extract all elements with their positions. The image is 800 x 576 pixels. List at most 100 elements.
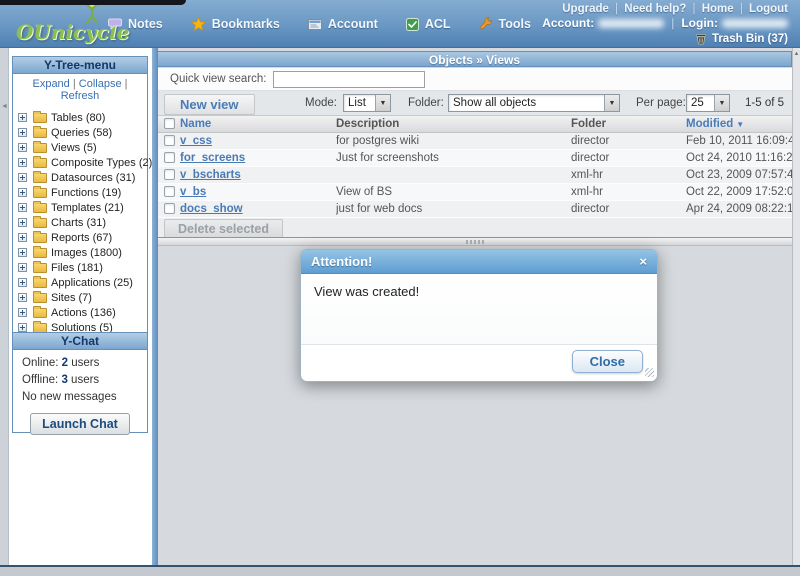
tree-item-composite-types[interactable]: Composite Types (2) [16, 155, 147, 170]
expand-plus-icon[interactable] [18, 263, 27, 272]
quick-search-row: Quick view search: [158, 68, 792, 91]
scroll-up-icon: ▲ [793, 51, 800, 57]
folder-select[interactable]: Show all objects ▼ [448, 94, 620, 112]
result-range: 1-5 of 5 [745, 97, 784, 109]
nav-label: Notes [128, 17, 163, 31]
expand-plus-icon[interactable] [18, 233, 27, 242]
expand-plus-icon[interactable] [18, 173, 27, 182]
expand-plus-icon[interactable] [18, 308, 27, 317]
logout-link[interactable]: Logout [749, 3, 788, 15]
row-modified: Oct 23, 2009 07:57:47 [686, 169, 792, 181]
trash-bin-link[interactable]: Trash Bin (37) [542, 32, 788, 45]
resize-handle-icon[interactable] [645, 368, 654, 377]
launch-chat-button[interactable]: Launch Chat [30, 413, 130, 435]
row-modified: Oct 22, 2009 17:52:02 [686, 186, 792, 198]
dialog-header[interactable]: Attention! × [301, 250, 657, 274]
object-name-link[interactable]: for_screens [180, 152, 245, 164]
row-description: View of BS [336, 186, 571, 198]
expand-plus-icon[interactable] [18, 248, 27, 257]
tree-item-views[interactable]: Views (5) [16, 140, 147, 155]
sort-by-modified[interactable]: Modified [686, 118, 733, 130]
expand-plus-icon[interactable] [18, 158, 27, 167]
object-name-link[interactable]: v_bs [180, 186, 206, 198]
expand-link[interactable]: Expand [32, 78, 69, 90]
object-name-link[interactable]: v_css [180, 135, 212, 147]
top-right-area: Upgrade | Need help? | Home | Logout Acc… [542, 3, 788, 45]
object-name-link[interactable]: docs_show [180, 203, 243, 215]
nav-item-acl[interactable]: ACL [406, 17, 451, 31]
collapse-link[interactable]: Collapse [79, 78, 122, 90]
row-folder: xml-hr [571, 169, 686, 181]
tree-item-applications[interactable]: Applications (25) [16, 275, 147, 290]
new-view-button[interactable]: New view [164, 94, 255, 115]
expand-plus-icon[interactable] [18, 188, 27, 197]
per-page-select[interactable]: 25 ▼ [686, 94, 730, 112]
expand-plus-icon[interactable] [18, 323, 27, 332]
select-all-checkbox[interactable] [164, 118, 175, 129]
tree-item-files[interactable]: Files (181) [16, 260, 147, 275]
expand-plus-icon[interactable] [18, 203, 27, 212]
list-toolbar: New view Mode: List ▼ Folder: Show all o… [158, 91, 792, 116]
row-checkbox[interactable] [164, 135, 175, 146]
folder-label: Folder: [408, 97, 444, 109]
tree-item-reports[interactable]: Reports (67) [16, 230, 147, 245]
nav-item-bookmarks[interactable]: Bookmarks [191, 17, 280, 31]
refresh-link[interactable]: Refresh [61, 90, 100, 102]
expand-plus-icon[interactable] [18, 143, 27, 152]
row-checkbox[interactable] [164, 203, 175, 214]
sidebar-collapse-arrow[interactable]: ◄ [1, 103, 8, 110]
dialog-close-icon[interactable]: × [639, 254, 647, 269]
upgrade-link[interactable]: Upgrade [562, 3, 609, 15]
panel-splitter[interactable] [158, 237, 792, 246]
dialog-title: Attention! [311, 254, 372, 269]
row-checkbox[interactable] [164, 186, 175, 197]
tree-item-charts[interactable]: Charts (31) [16, 215, 147, 230]
delete-selected-button[interactable]: Delete selected [164, 219, 283, 239]
row-folder: director [571, 135, 686, 147]
chat-body: Online: 2 users Offline: 3 users No new … [13, 350, 147, 435]
expand-plus-icon[interactable] [18, 293, 27, 302]
chat-title: Y-Chat [13, 333, 147, 350]
home-link[interactable]: Home [702, 3, 734, 15]
object-name-link[interactable]: v_bscharts [180, 169, 241, 181]
tree-item-images[interactable]: Images (1800) [16, 245, 147, 260]
tree-item-label: Datasources (31) [51, 172, 135, 184]
dialog-close-button[interactable]: Close [572, 350, 643, 373]
header-description: Description [336, 118, 571, 130]
tree-item-tables[interactable]: Tables (80) [16, 110, 147, 125]
separator: | [73, 78, 76, 90]
expand-plus-icon[interactable] [18, 128, 27, 137]
tree-item-templates[interactable]: Templates (21) [16, 200, 147, 215]
nav-item-account[interactable]: Account [308, 17, 378, 31]
offline-suffix: users [71, 374, 99, 386]
row-description: just for web docs [336, 203, 571, 215]
folder-icon [33, 203, 47, 213]
expand-plus-icon[interactable] [18, 278, 27, 287]
tools-wrench-icon [479, 17, 493, 31]
expand-plus-icon[interactable] [18, 113, 27, 122]
row-checkbox[interactable] [164, 169, 175, 180]
chat-offline-line: Offline: 3 users [22, 374, 138, 386]
expand-plus-icon[interactable] [18, 218, 27, 227]
nav-item-notes[interactable]: Notes [108, 17, 163, 31]
per-page-value: 25 [687, 95, 714, 111]
tree-item-queries[interactable]: Queries (58) [16, 125, 147, 140]
dialog-message: View was created! [301, 274, 657, 345]
sort-by-name[interactable]: Name [180, 118, 211, 130]
nav-item-tools[interactable]: Tools [479, 17, 531, 31]
quick-view-search-input[interactable] [273, 71, 425, 88]
scrollbar[interactable]: ▲ [792, 48, 800, 565]
need-help-link[interactable]: Need help? [624, 3, 686, 15]
row-checkbox[interactable] [164, 152, 175, 163]
tree-item-datasources[interactable]: Datasources (31) [16, 170, 147, 185]
tree-item-functions[interactable]: Functions (19) [16, 185, 147, 200]
mode-select[interactable]: List ▼ [343, 94, 391, 112]
per-page-label: Per page: [636, 97, 686, 109]
folder-icon [33, 128, 47, 138]
app-screen: OUnicycle Notes Bookmarks [0, 0, 800, 576]
tree-item-actions[interactable]: Actions (136) [16, 305, 147, 320]
trash-bin-icon [695, 32, 707, 45]
tree-item-sites[interactable]: Sites (7) [16, 290, 147, 305]
chevron-down-icon: ▼ [604, 95, 619, 111]
quick-search-label: Quick view search: [170, 73, 267, 85]
